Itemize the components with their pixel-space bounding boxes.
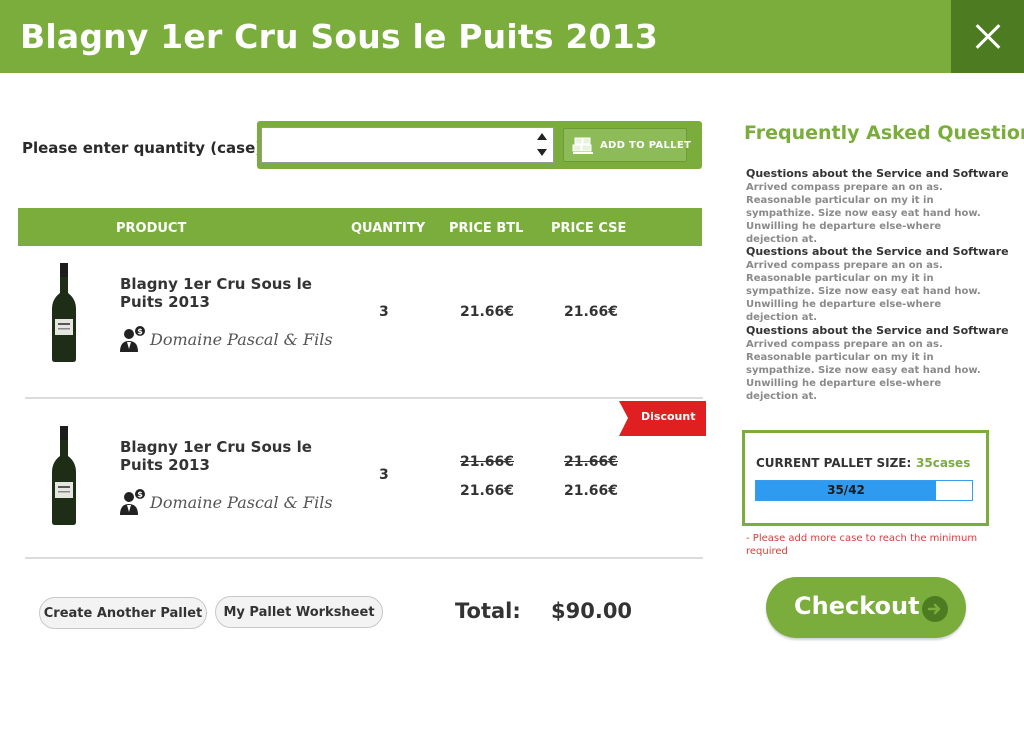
page-title: Blagny 1er Cru Sous le Puits 2013 [20, 17, 659, 56]
row-old-price-cse: 21.66€ [564, 454, 619, 470]
discount-badge: Discount [619, 401, 706, 436]
add-to-pallet-button[interactable]: ADD TO PALLET [563, 128, 691, 162]
quantity-label: Please enter quantity (case): [22, 139, 269, 157]
row-quantity: 3 [379, 304, 389, 320]
column-product: PRODUCT [116, 221, 187, 236]
close-icon[interactable] [951, 0, 1024, 73]
checkout-button[interactable]: Checkout [766, 577, 966, 638]
producer-name: Domaine Pascal & Fils [150, 493, 333, 512]
row-price-btl: 21.66€ [460, 483, 515, 499]
faq-answer: Arrived compass prepare an on as. Reason… [746, 182, 981, 245]
row-price-btl: 21.66€ [460, 304, 515, 320]
create-another-pallet-button[interactable]: Create Another Pallet [39, 597, 207, 629]
faq-question[interactable]: Questions about the Service and Software [746, 167, 1009, 180]
producer-icon: $ [120, 326, 145, 352]
wine-bottle-image [52, 426, 76, 525]
wine-bottle-image [52, 263, 76, 362]
row-quantity: 3 [379, 467, 389, 483]
row-divider [25, 557, 703, 559]
pallet-progress-bar: 35/42 [755, 480, 973, 501]
stepper-down-icon[interactable] [537, 149, 547, 156]
table-header: PRODUCT QUANTITY PRICE BTL PRICE CSE [18, 208, 702, 246]
pallet-warning: - Please add more case to reach the mini… [746, 533, 978, 557]
svg-text:$: $ [137, 327, 143, 336]
quantity-input[interactable] [261, 127, 554, 163]
add-to-pallet-label: ADD TO PALLET [600, 140, 692, 151]
create-another-pallet-label: Create Another Pallet [43, 606, 203, 621]
total-label: Total: [455, 599, 521, 623]
producer-name: Domaine Pascal & Fils [150, 330, 333, 349]
my-pallet-worksheet-button[interactable]: My Pallet Worksheet [215, 596, 383, 628]
row-price-cse: 21.66€ [564, 483, 619, 499]
faq-answer: Arrived compass prepare an on as. Reason… [746, 339, 981, 402]
product-name: Blagny 1er Cru Sous le Puits 2013 [120, 438, 312, 474]
faq-answer: Arrived compass prepare an on as. Reason… [746, 260, 981, 323]
faq-title: Frequently Asked Question [744, 122, 1024, 144]
pallet-icon [572, 137, 593, 154]
faq-item: Questions about the Service and Software… [746, 245, 1009, 324]
faq-item: Questions about the Service and Software… [746, 167, 1009, 246]
arrow-right-icon [922, 596, 948, 622]
product-name: Blagny 1er Cru Sous le Puits 2013 [120, 275, 312, 311]
column-quantity: QUANTITY [351, 221, 426, 236]
column-price-cse: PRICE CSE [551, 221, 627, 236]
checkout-label: Checkout [794, 592, 920, 620]
pallet-size-panel: CURRENT PALLET SIZE: 35cases 35/42 [742, 430, 989, 526]
my-pallet-worksheet-label: My Pallet Worksheet [223, 605, 375, 620]
pallet-size-label: CURRENT PALLET SIZE: [756, 456, 912, 470]
faq-question[interactable]: Questions about the Service and Software [746, 324, 1009, 337]
svg-text:$: $ [137, 490, 143, 499]
faq-question[interactable]: Questions about the Service and Software [746, 245, 1009, 258]
quantity-stepper[interactable] [534, 131, 548, 159]
producer-icon: $ [120, 489, 145, 515]
pallet-progress-text: 35/42 [827, 483, 865, 497]
modal-header: Blagny 1er Cru Sous le Puits 2013 [0, 0, 1024, 73]
quantity-bar: ADD TO PALLET [257, 121, 702, 169]
row-divider [25, 397, 703, 399]
column-price-btl: PRICE BTL [449, 221, 524, 236]
row-old-price-btl: 21.66€ [460, 454, 515, 470]
pallet-size-cases: 35cases [916, 456, 971, 470]
faq-item: Questions about the Service and Software… [746, 324, 1009, 403]
stepper-up-icon[interactable] [537, 133, 547, 140]
total-value: $90.00 [551, 599, 633, 623]
row-price-cse: 21.66€ [564, 304, 619, 320]
